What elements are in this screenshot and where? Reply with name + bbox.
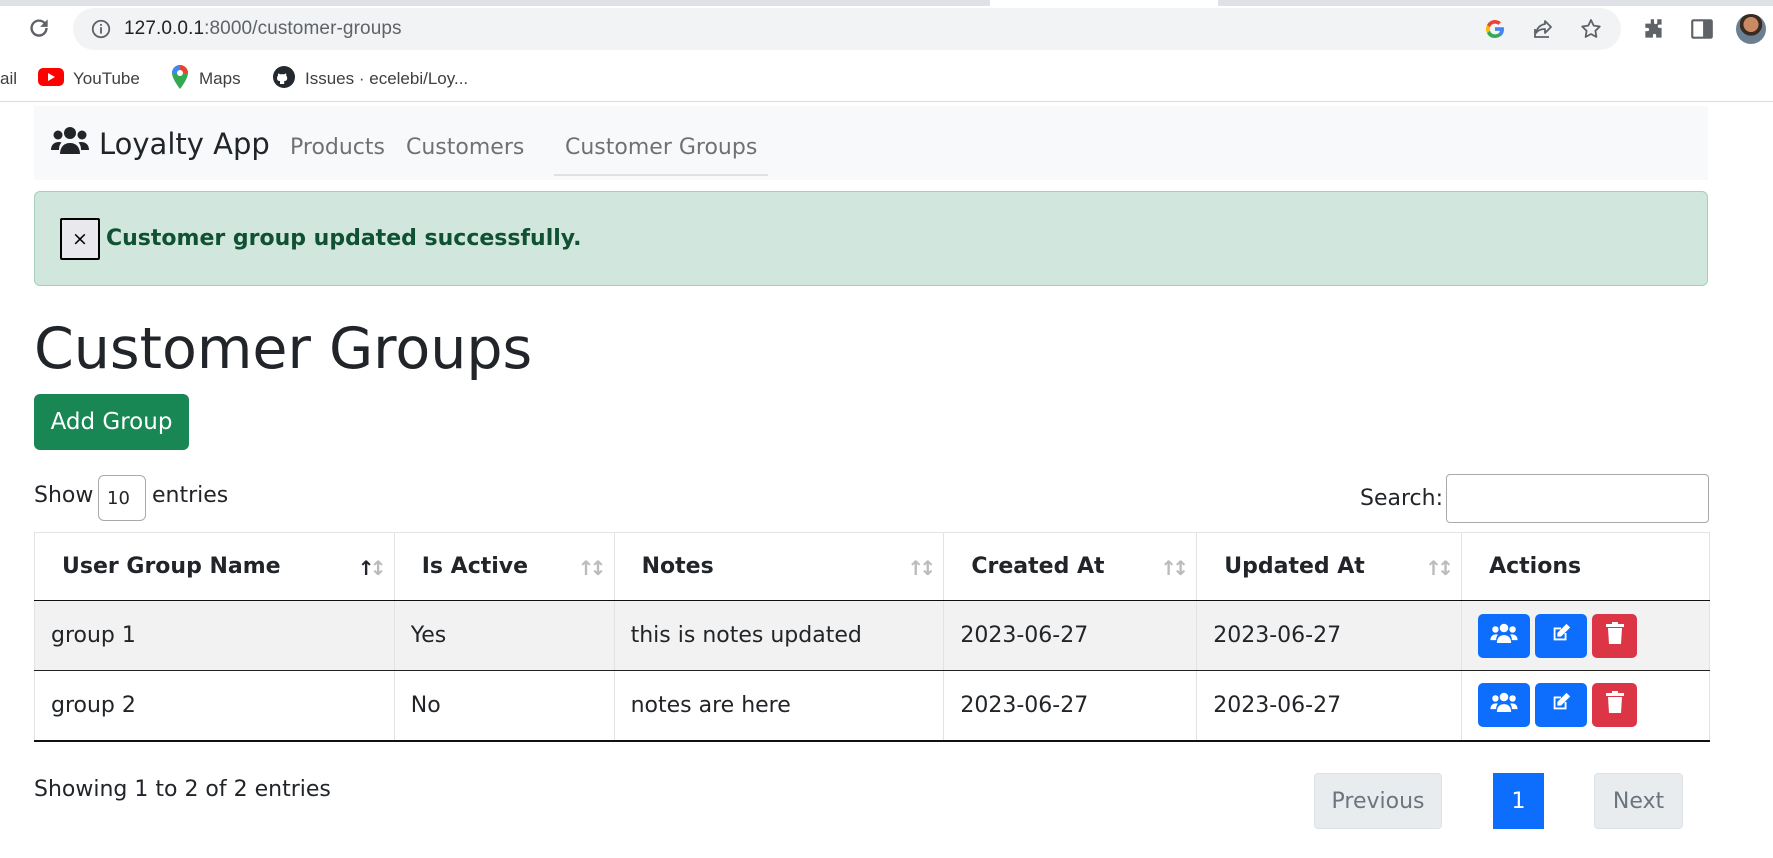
edit-icon bbox=[1550, 691, 1572, 719]
reload-icon[interactable] bbox=[26, 15, 52, 41]
delete-button[interactable] bbox=[1592, 683, 1638, 728]
sort-icon: ↑ ↕ bbox=[1425, 556, 1454, 580]
active-tab[interactable] bbox=[990, 0, 1218, 6]
table-header-row: User Group Name ↑ ↕ Is Active ↑ ↕ Notes ↑ ↕… bbox=[34, 532, 1710, 601]
page-title: Customer Groups bbox=[34, 316, 533, 382]
page-length-select[interactable]: 10 bbox=[98, 475, 146, 521]
brand-link[interactable]: Loyalty App bbox=[51, 126, 270, 161]
bookmark-label: YouTube bbox=[73, 69, 140, 88]
cell-actions bbox=[1461, 600, 1710, 671]
trash-icon bbox=[1605, 621, 1624, 650]
bookmark-github[interactable]: Issues · ecelebi/Loy... bbox=[272, 65, 469, 94]
header-label: Updated At bbox=[1224, 554, 1365, 579]
bookmark-youtube[interactable]: YouTube bbox=[38, 66, 140, 92]
maps-icon bbox=[170, 64, 190, 94]
sort-icon: ↑ ↕ bbox=[577, 556, 607, 580]
previous-page-button[interactable]: Previous bbox=[1314, 773, 1442, 829]
alert-close-button[interactable]: × bbox=[60, 218, 100, 260]
cell-group-name: group 1 bbox=[34, 600, 395, 671]
header-is-active[interactable]: Is Active ↑ ↕ bbox=[393, 532, 615, 601]
extensions-icon[interactable] bbox=[1641, 16, 1667, 42]
header-label: User Group Name bbox=[62, 554, 281, 579]
header-updated-at[interactable]: Updated At ↑ ↕ bbox=[1196, 532, 1463, 601]
github-icon bbox=[272, 65, 296, 94]
browser-toolbar: 127.0.0.1:8000/customer-groups bbox=[0, 0, 1773, 52]
users-icon bbox=[51, 126, 89, 161]
members-button[interactable] bbox=[1478, 613, 1531, 658]
cell-notes: this is notes updated bbox=[613, 600, 945, 671]
search-label: Search: bbox=[1360, 486, 1443, 511]
cell-actions bbox=[1461, 670, 1710, 742]
users-icon bbox=[1490, 623, 1518, 649]
cell-is-active: No bbox=[393, 670, 615, 742]
entries-label: entries bbox=[152, 483, 229, 508]
header-notes[interactable]: Notes ↑ ↕ bbox=[613, 532, 945, 601]
url-path: :8000/customer-groups bbox=[204, 18, 402, 39]
cell-created-at: 2023-06-27 bbox=[943, 670, 1198, 742]
header-label: Notes bbox=[641, 554, 714, 579]
header-actions: Actions bbox=[1461, 532, 1710, 601]
header-user-group-name[interactable]: User Group Name ↑ ↕ bbox=[34, 532, 395, 601]
nav-products[interactable]: Products bbox=[290, 135, 385, 160]
edit-button[interactable] bbox=[1535, 683, 1588, 728]
members-button[interactable] bbox=[1478, 683, 1531, 728]
delete-button[interactable] bbox=[1592, 613, 1638, 658]
youtube-icon bbox=[38, 67, 64, 91]
next-page-button[interactable]: Next bbox=[1594, 773, 1683, 829]
table-row: group 1 Yes this is notes updated 2023-0… bbox=[34, 600, 1710, 671]
profile-avatar[interactable] bbox=[1736, 14, 1766, 44]
cell-notes: notes are here bbox=[613, 670, 945, 742]
edit-button[interactable] bbox=[1535, 613, 1588, 658]
page-number-button[interactable]: 1 bbox=[1493, 773, 1544, 829]
cell-created-at: 2023-06-27 bbox=[943, 600, 1198, 671]
nav-customer-groups[interactable]: Customer Groups bbox=[554, 135, 769, 176]
url-text[interactable]: 127.0.0.1:8000/customer-groups bbox=[124, 18, 402, 40]
header-label: Created At bbox=[971, 554, 1105, 579]
show-label: Show bbox=[34, 483, 94, 508]
cell-group-name: group 2 bbox=[34, 670, 395, 742]
bookmark-label: Issues · ecelebi/Loy... bbox=[305, 69, 469, 88]
bookmarks-bar: ail YouTube Maps Issues · ecelebi/Loy... bbox=[0, 56, 1773, 102]
trash-icon bbox=[1605, 691, 1624, 719]
sort-icon: ↑ ↕ bbox=[907, 556, 937, 580]
bookmark-gmail[interactable]: ail bbox=[0, 66, 17, 92]
header-created-at[interactable]: Created At ↑ ↕ bbox=[943, 532, 1198, 601]
cell-is-active: Yes bbox=[393, 600, 615, 671]
cell-updated-at: 2023-06-27 bbox=[1196, 600, 1463, 671]
users-icon bbox=[1490, 692, 1518, 718]
side-panel-icon[interactable] bbox=[1689, 16, 1715, 42]
sort-ascending-icon: ↑ ↕ bbox=[357, 556, 387, 580]
customer-groups-table: User Group Name ↑ ↕ Is Active ↑ ↕ Notes ↑ ↕… bbox=[34, 532, 1710, 742]
share-icon[interactable] bbox=[1531, 17, 1555, 41]
search-input[interactable] bbox=[1446, 474, 1709, 523]
table-info: Showing 1 to 2 of 2 entries bbox=[34, 777, 331, 802]
sort-icon: ↑ ↕ bbox=[1160, 556, 1189, 580]
add-group-button[interactable]: Add Group bbox=[34, 394, 189, 450]
google-lens-icon[interactable] bbox=[1483, 17, 1507, 41]
address-bar[interactable]: 127.0.0.1:8000/customer-groups bbox=[73, 8, 1621, 50]
bookmark-maps[interactable]: Maps bbox=[170, 64, 241, 94]
success-alert: × Customer group updated successfully. bbox=[34, 191, 1708, 286]
tab-strip bbox=[0, 0, 1773, 6]
header-label: Actions bbox=[1489, 554, 1582, 579]
url-host: 127.0.0.1 bbox=[124, 18, 205, 39]
bookmark-star-icon[interactable] bbox=[1579, 17, 1603, 41]
table-row: group 2 No notes are here 2023-06-27 202… bbox=[34, 670, 1710, 742]
nav-customers[interactable]: Customers bbox=[406, 135, 524, 160]
site-info-icon[interactable] bbox=[90, 18, 112, 40]
brand-name: Loyalty App bbox=[99, 126, 270, 161]
header-label: Is Active bbox=[421, 554, 529, 579]
edit-icon bbox=[1550, 622, 1572, 650]
bookmark-label: ail bbox=[0, 69, 18, 88]
alert-message: Customer group updated successfully. bbox=[106, 226, 582, 251]
bookmark-label: Maps bbox=[199, 69, 241, 88]
cell-updated-at: 2023-06-27 bbox=[1196, 670, 1463, 742]
app-navbar: Loyalty App Products Customers Customer … bbox=[34, 106, 1708, 180]
